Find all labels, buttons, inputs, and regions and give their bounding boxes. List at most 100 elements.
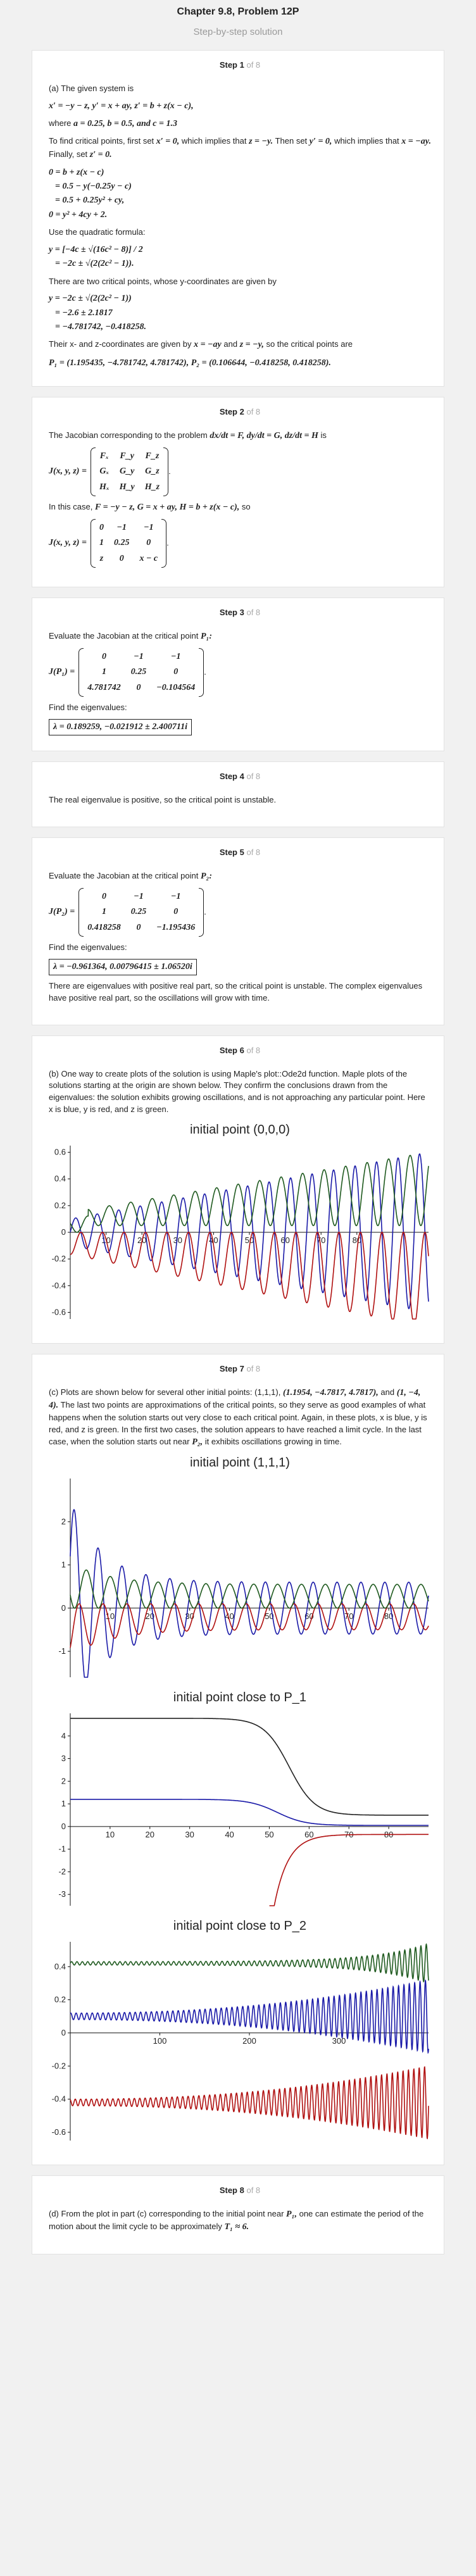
math-span: z = −y, [239,340,264,350]
x-tick-label: 10 [106,1830,115,1839]
trailing-period: . [204,907,206,917]
critical-point-text: To find critical points, first set x′ = … [49,135,431,161]
text-span: and [380,1387,395,1397]
jacobian-p2-matrix: J(P₂) = 0 −1 −1 1 0.25 0 0.418258 0 −1.1… [49,888,431,937]
series-line [70,1718,429,1816]
matrix-cell: −1 [170,652,181,662]
trailing-period: . [168,466,171,476]
equation-line: 0 = b + z(x − c) [49,167,104,177]
plot-initial-p1: 10 20 30 40 50 60 70 8043210-1-2-3 [58,1713,429,1906]
y-tick-label: 0.6 [54,1147,66,1157]
bracket-right [163,447,169,496]
text-span: Their x- and z-coordinates are given by [49,339,192,349]
step-count: of 8 [246,406,261,416]
bracket-left [90,519,96,568]
step-3-card: Step 3 of 8 Evaluate the Jacobian at the… [32,597,444,752]
series-line [269,1834,429,1906]
text-span: which implies that [181,136,247,146]
matrix: 0 −1 −1 1 0.25 0 4.781742 0 −0.104564 [78,648,204,697]
step-count: of 8 [246,2185,261,2195]
step-label: Step 3 [219,608,244,618]
page-header: Chapter 9.8, Problem 12P Step-by-step so… [0,0,476,37]
text-span: it exhibits oscillations growing in time… [204,1436,342,1446]
equation-line: y = −2c ± √(2(2c² − 1)) [49,294,132,304]
plot-description: (b) One way to create plots of the solut… [49,1068,425,1115]
text-span: (d) From the plot in part (c) correspond… [49,2208,284,2218]
y-tick-label: 2 [61,1517,66,1527]
text-span: and [223,339,238,349]
step-header: Step 7 of 8 [49,1363,431,1375]
matrix-lhs: J(P₂) = [49,907,75,917]
params-line: where a = 0.25, b = 0.5, and c = 1.3 [49,118,431,130]
step-label: Step 7 [219,1363,244,1373]
text-span: so the critical points are [266,339,353,349]
matrix-cell: −1 [170,892,181,902]
step-count: of 8 [246,608,261,618]
matrix-cell: −1 [134,652,144,662]
series-line [70,2066,429,2139]
matrix-cell: −1 [144,523,154,533]
text-span: so [241,501,251,511]
step-6-card: Step 6 of 8 (b) One way to create plots … [32,1035,444,1344]
math-span: z = −y. [249,137,273,147]
x-tick-label: 200 [242,2036,256,2046]
matrix-cell: H_y [119,482,135,492]
trailing-period: . [204,667,206,677]
eigenvalue-result: λ = 0.189259, −0.021912 ± 2.400711i [49,718,192,736]
x-tick-label: 40 [225,1830,234,1839]
plot-initial-p2: 100 200 300 0.4 0.2 0 -0.2 -0.4 -0.6 [52,1941,429,2141]
matrix-grid: Fₓ F_y F_z Gₓ G_y G_z Hₓ H_y H_z [96,447,163,496]
matrix-lhs: J(P₁) = [49,667,75,677]
matrix-cell: −1 [134,892,144,902]
jacobian-p1-matrix: J(P₁) = 0 −1 −1 1 0.25 0 4.781742 0 −0.1… [49,648,431,697]
y-tick-label: -0.4 [52,1280,66,1290]
step-count: of 8 [246,772,261,782]
step-header: Step 6 of 8 [49,1045,431,1057]
trailing-period: . [166,538,169,548]
matrix-cell: 0 [119,553,124,563]
bracket-left [78,648,84,697]
matrix-cell: z [99,553,104,563]
step-header: Step 3 of 8 [49,607,431,619]
step-header: Step 8 of 8 [49,2185,431,2197]
math-span: P₁: [200,631,213,641]
matrix-cell: G_z [145,466,160,477]
critical-points-result: P₁ = (1.195435, −4.781742, 4.781742), P₂… [49,358,331,368]
bracket-right [199,888,204,937]
where-label: where [49,118,72,128]
series-line [70,1799,429,1826]
matrix: 0 −1 −1 1 0.25 0 0.418258 0 −1.195436 [78,888,204,937]
y-tick-label: 1 [61,1560,66,1570]
bracket-left [78,888,84,937]
intro-text: (a) The given system is [49,83,134,93]
math-span: P₂: [200,871,213,881]
final-text: Their x- and z-coordinates are given by … [49,339,431,351]
y-tick-label: 3 [61,1754,66,1763]
matrix-lhs: J(x, y, z) = [49,466,87,477]
evaluate-text: Evaluate the Jacobian at the critical po… [49,630,431,643]
page-subtitle: Step-by-step solution [193,27,283,37]
step-label: Step 5 [219,847,244,857]
math-span: x′ = 0, [156,137,180,147]
matrix-cell: 0.25 [113,538,130,548]
text-span: Then set [275,136,308,146]
matrix-cell: F_y [120,451,134,461]
matrix-cell: 0 [173,907,178,917]
y-tick-label: 0 [61,2028,66,2037]
equation-line: = 0.5 + 0.25y² + cy, [55,196,125,206]
plot-initial-111: 10 20 30 40 50 60 70 80210-1 [58,1479,429,1679]
y-tick-label: 0 [61,1227,66,1237]
matrix-cell: 1 [99,538,104,548]
matrix-cell: 0 [101,652,106,662]
equation-line: = −2c ± √(2(2c² − 1)). [55,259,134,269]
x-tick-label: 20 [146,1830,154,1839]
y-tick-label: -1 [58,1844,66,1854]
matrix-grid: 0 −1 −1 1 0.25 0 z 0 x − c [96,519,161,568]
equation-line: 0 = y² + 4cy + 2. [49,209,108,220]
step-7-card: Step 7 of 8 (c) Plots are shown below fo… [32,1353,444,2165]
step-count: of 8 [246,1363,261,1373]
matrix-cell: Gₓ [99,466,110,477]
eigenvalue-text: Find the eigenvalues: [49,703,127,713]
math-span: dx/dt = F, dy/dt = G, dz/dt = H [210,430,318,441]
y-tick-label: -0.6 [52,1307,66,1316]
